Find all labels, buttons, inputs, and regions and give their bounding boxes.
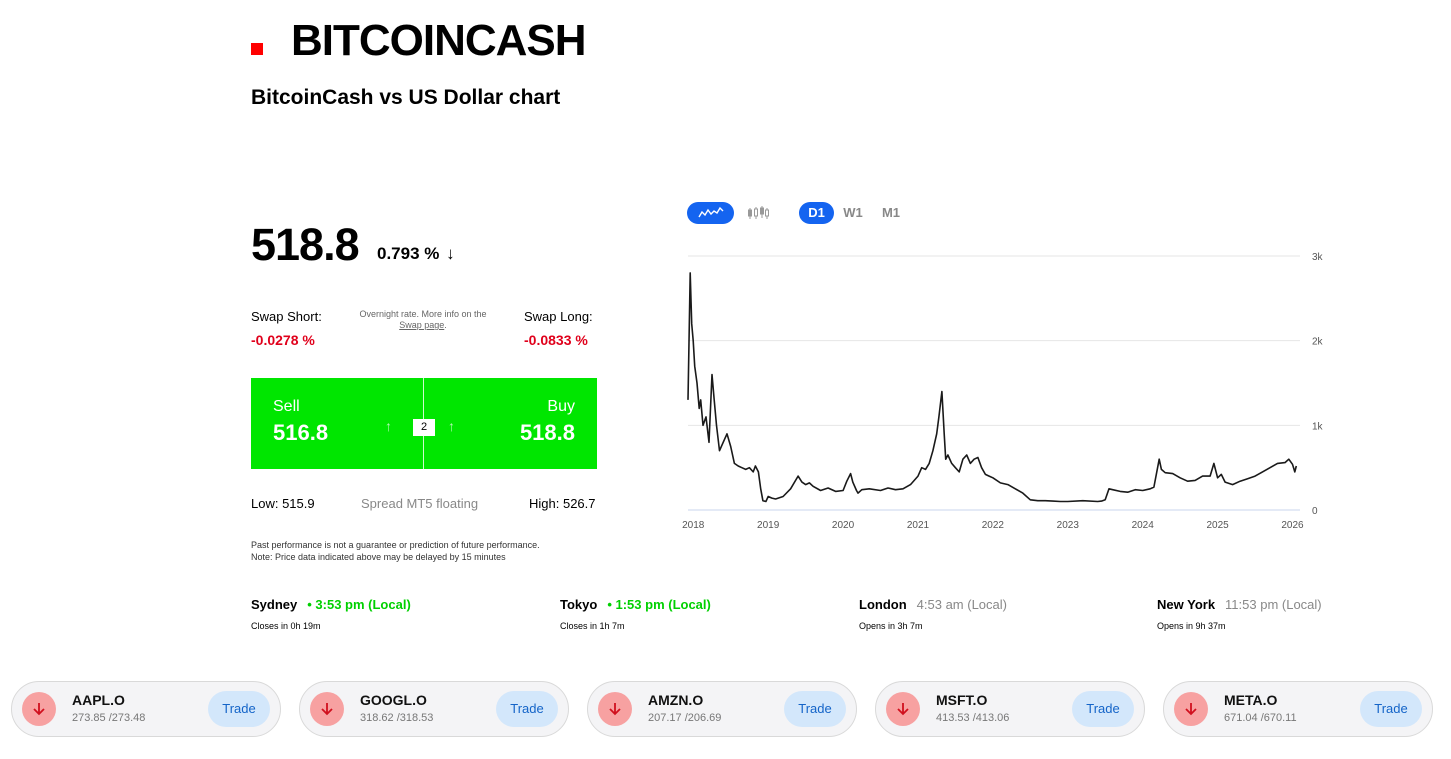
current-price: 518.8 bbox=[251, 219, 360, 270]
market-tokyo: Tokyo • 1:53 pm (Local) Closes in 1h 7m bbox=[560, 596, 711, 631]
disclaimer-line: Past performance is not a guarantee or p… bbox=[251, 540, 540, 550]
trade-panel: Sell 516.8 ↑ Buy 518.8 ↑ 2 bbox=[251, 378, 597, 469]
sell-button[interactable]: Sell 516.8 ↑ bbox=[251, 378, 423, 469]
market-time: • 1:53 pm (Local) bbox=[607, 597, 711, 612]
ticker-prices: 273.85 /273.48 bbox=[72, 712, 146, 724]
market-new-york: New York 11:53 pm (Local) Opens in 9h 37m bbox=[1157, 596, 1322, 631]
arrow-up-icon: ↑ bbox=[385, 418, 392, 434]
arrow-up-icon: ↑ bbox=[448, 418, 455, 434]
sell-label: Sell bbox=[273, 398, 300, 415]
price-series-line bbox=[687, 272, 1298, 503]
market-sydney: Sydney • 3:53 pm (Local) Closes in 0h 19m bbox=[251, 596, 411, 631]
market-time: 11:53 pm (Local) bbox=[1225, 597, 1322, 612]
market-status-note: Closes in 1h 7m bbox=[560, 621, 625, 631]
sell-price: 516.8 bbox=[273, 420, 329, 445]
high-price: High: 526.7 bbox=[529, 496, 596, 511]
x-tick-label: 2018 bbox=[682, 520, 705, 531]
low-price: Low: 515.9 bbox=[251, 496, 315, 511]
market-city: Sydney bbox=[251, 597, 298, 612]
swap-short-label: Swap Short: bbox=[251, 309, 322, 324]
swap-note: Overnight rate. More info on the Swap pa… bbox=[348, 309, 498, 331]
down-arrow-icon bbox=[22, 692, 56, 726]
y-tick-label: 0 bbox=[1312, 506, 1318, 517]
x-tick-label: 2020 bbox=[832, 520, 855, 531]
ticker-symbol: AAPL.O bbox=[72, 692, 125, 708]
x-tick-label: 2024 bbox=[1132, 520, 1155, 531]
down-arrow-icon bbox=[1174, 692, 1208, 726]
timeframe-w1[interactable]: W1 bbox=[838, 202, 868, 224]
x-tick-label: 2026 bbox=[1281, 520, 1304, 531]
market-london: London 4:53 am (Local) Opens in 3h 7m bbox=[859, 596, 1007, 631]
y-tick-label: 3k bbox=[1312, 252, 1324, 263]
ticker-symbol: MSFT.O bbox=[936, 692, 988, 708]
price-change-value: 0.793 % bbox=[377, 244, 440, 263]
swap-note-suffix: . bbox=[444, 320, 447, 330]
trade-button[interactable]: Trade bbox=[784, 691, 846, 727]
market-city: London bbox=[859, 597, 907, 612]
x-tick-label: 2023 bbox=[1057, 520, 1080, 531]
y-tick-label: 2k bbox=[1312, 337, 1324, 348]
price-chart[interactable]: 3k 2k 1k 0 2018 2019 2020 2021 2022 2023 2024 2025 2… bbox=[680, 240, 1340, 536]
ticker-prices: 671.04 /670.11 bbox=[1224, 712, 1297, 724]
market-status-note: Closes in 0h 19m bbox=[251, 621, 321, 631]
swap-long-label: Swap Long: bbox=[524, 309, 593, 324]
buy-label: Buy bbox=[547, 398, 575, 415]
y-tick-label: 1k bbox=[1312, 421, 1324, 432]
market-time: • 3:53 pm (Local) bbox=[307, 597, 411, 612]
trade-button[interactable]: Trade bbox=[1360, 691, 1422, 727]
x-tick-label: 2025 bbox=[1206, 520, 1229, 531]
down-arrow-icon bbox=[310, 692, 344, 726]
timeframe-m1[interactable]: M1 bbox=[876, 202, 906, 224]
market-city: New York bbox=[1157, 597, 1216, 612]
x-tick-label: 2021 bbox=[907, 520, 930, 531]
instrument-subtitle: BitcoinCash vs US Dollar chart bbox=[251, 86, 561, 109]
instrument-title: BITCOINCASH bbox=[291, 16, 587, 65]
line-chart-toggle[interactable] bbox=[687, 202, 734, 224]
swap-long-value: -0.0833 % bbox=[524, 332, 588, 348]
market-status-note: Opens in 9h 37m bbox=[1157, 621, 1226, 631]
market-city: Tokyo bbox=[560, 597, 598, 612]
ticker-symbol: GOOGL.O bbox=[360, 692, 427, 708]
ticker-card-meta[interactable]: META.O 671.04 /670.11 Trade bbox=[1163, 681, 1433, 737]
ticker-card-googl[interactable]: GOOGL.O 318.62 /318.53 Trade bbox=[299, 681, 569, 737]
trade-button[interactable]: Trade bbox=[1072, 691, 1134, 727]
disclaimer-line: Note: Price data indicated above may be … bbox=[251, 552, 506, 562]
buy-price: 518.8 bbox=[519, 420, 575, 445]
ticker-card-msft[interactable]: MSFT.O 413.53 /413.06 Trade bbox=[875, 681, 1145, 737]
trade-button[interactable]: Trade bbox=[496, 691, 558, 727]
market-status-note: Opens in 3h 7m bbox=[859, 621, 923, 631]
arrow-down-icon: ↓ bbox=[446, 244, 455, 263]
ticker-card-amzn[interactable]: AMZN.O 207.17 /206.69 Trade bbox=[587, 681, 857, 737]
x-tick-label: 2019 bbox=[757, 520, 780, 531]
spread-badge: 2 bbox=[413, 419, 435, 436]
down-arrow-icon bbox=[886, 692, 920, 726]
ticker-prices: 207.17 /206.69 bbox=[648, 712, 722, 724]
swap-note-text: Overnight rate. More info on the bbox=[359, 309, 487, 319]
candlestick-icon bbox=[748, 206, 769, 219]
spread-type: Spread MT5 floating bbox=[361, 496, 479, 511]
ticker-symbol: META.O bbox=[1224, 692, 1278, 708]
disclaimer: Past performance is not a guarantee or p… bbox=[251, 539, 540, 563]
timeframe-d1[interactable]: D1 bbox=[799, 202, 834, 224]
ticker-prices: 413.53 /413.06 bbox=[936, 712, 1010, 724]
ticker-prices: 318.62 /318.53 bbox=[360, 712, 434, 724]
ticker-card-aapl[interactable]: AAPL.O 273.85 /273.48 Trade bbox=[11, 681, 281, 737]
ticker-symbol: AMZN.O bbox=[648, 692, 704, 708]
line-chart-icon bbox=[698, 206, 724, 218]
swap-page-link[interactable]: Swap page bbox=[399, 320, 444, 330]
swap-short-value: -0.0278 % bbox=[251, 332, 315, 348]
trade-button[interactable]: Trade bbox=[208, 691, 270, 727]
candlestick-toggle[interactable] bbox=[745, 202, 771, 224]
brand-square-icon bbox=[251, 43, 263, 55]
down-arrow-icon bbox=[598, 692, 632, 726]
price-change: 0.793 % ↓ bbox=[377, 244, 455, 264]
market-time: 4:53 am (Local) bbox=[916, 597, 1007, 612]
x-tick-label: 2022 bbox=[982, 520, 1005, 531]
